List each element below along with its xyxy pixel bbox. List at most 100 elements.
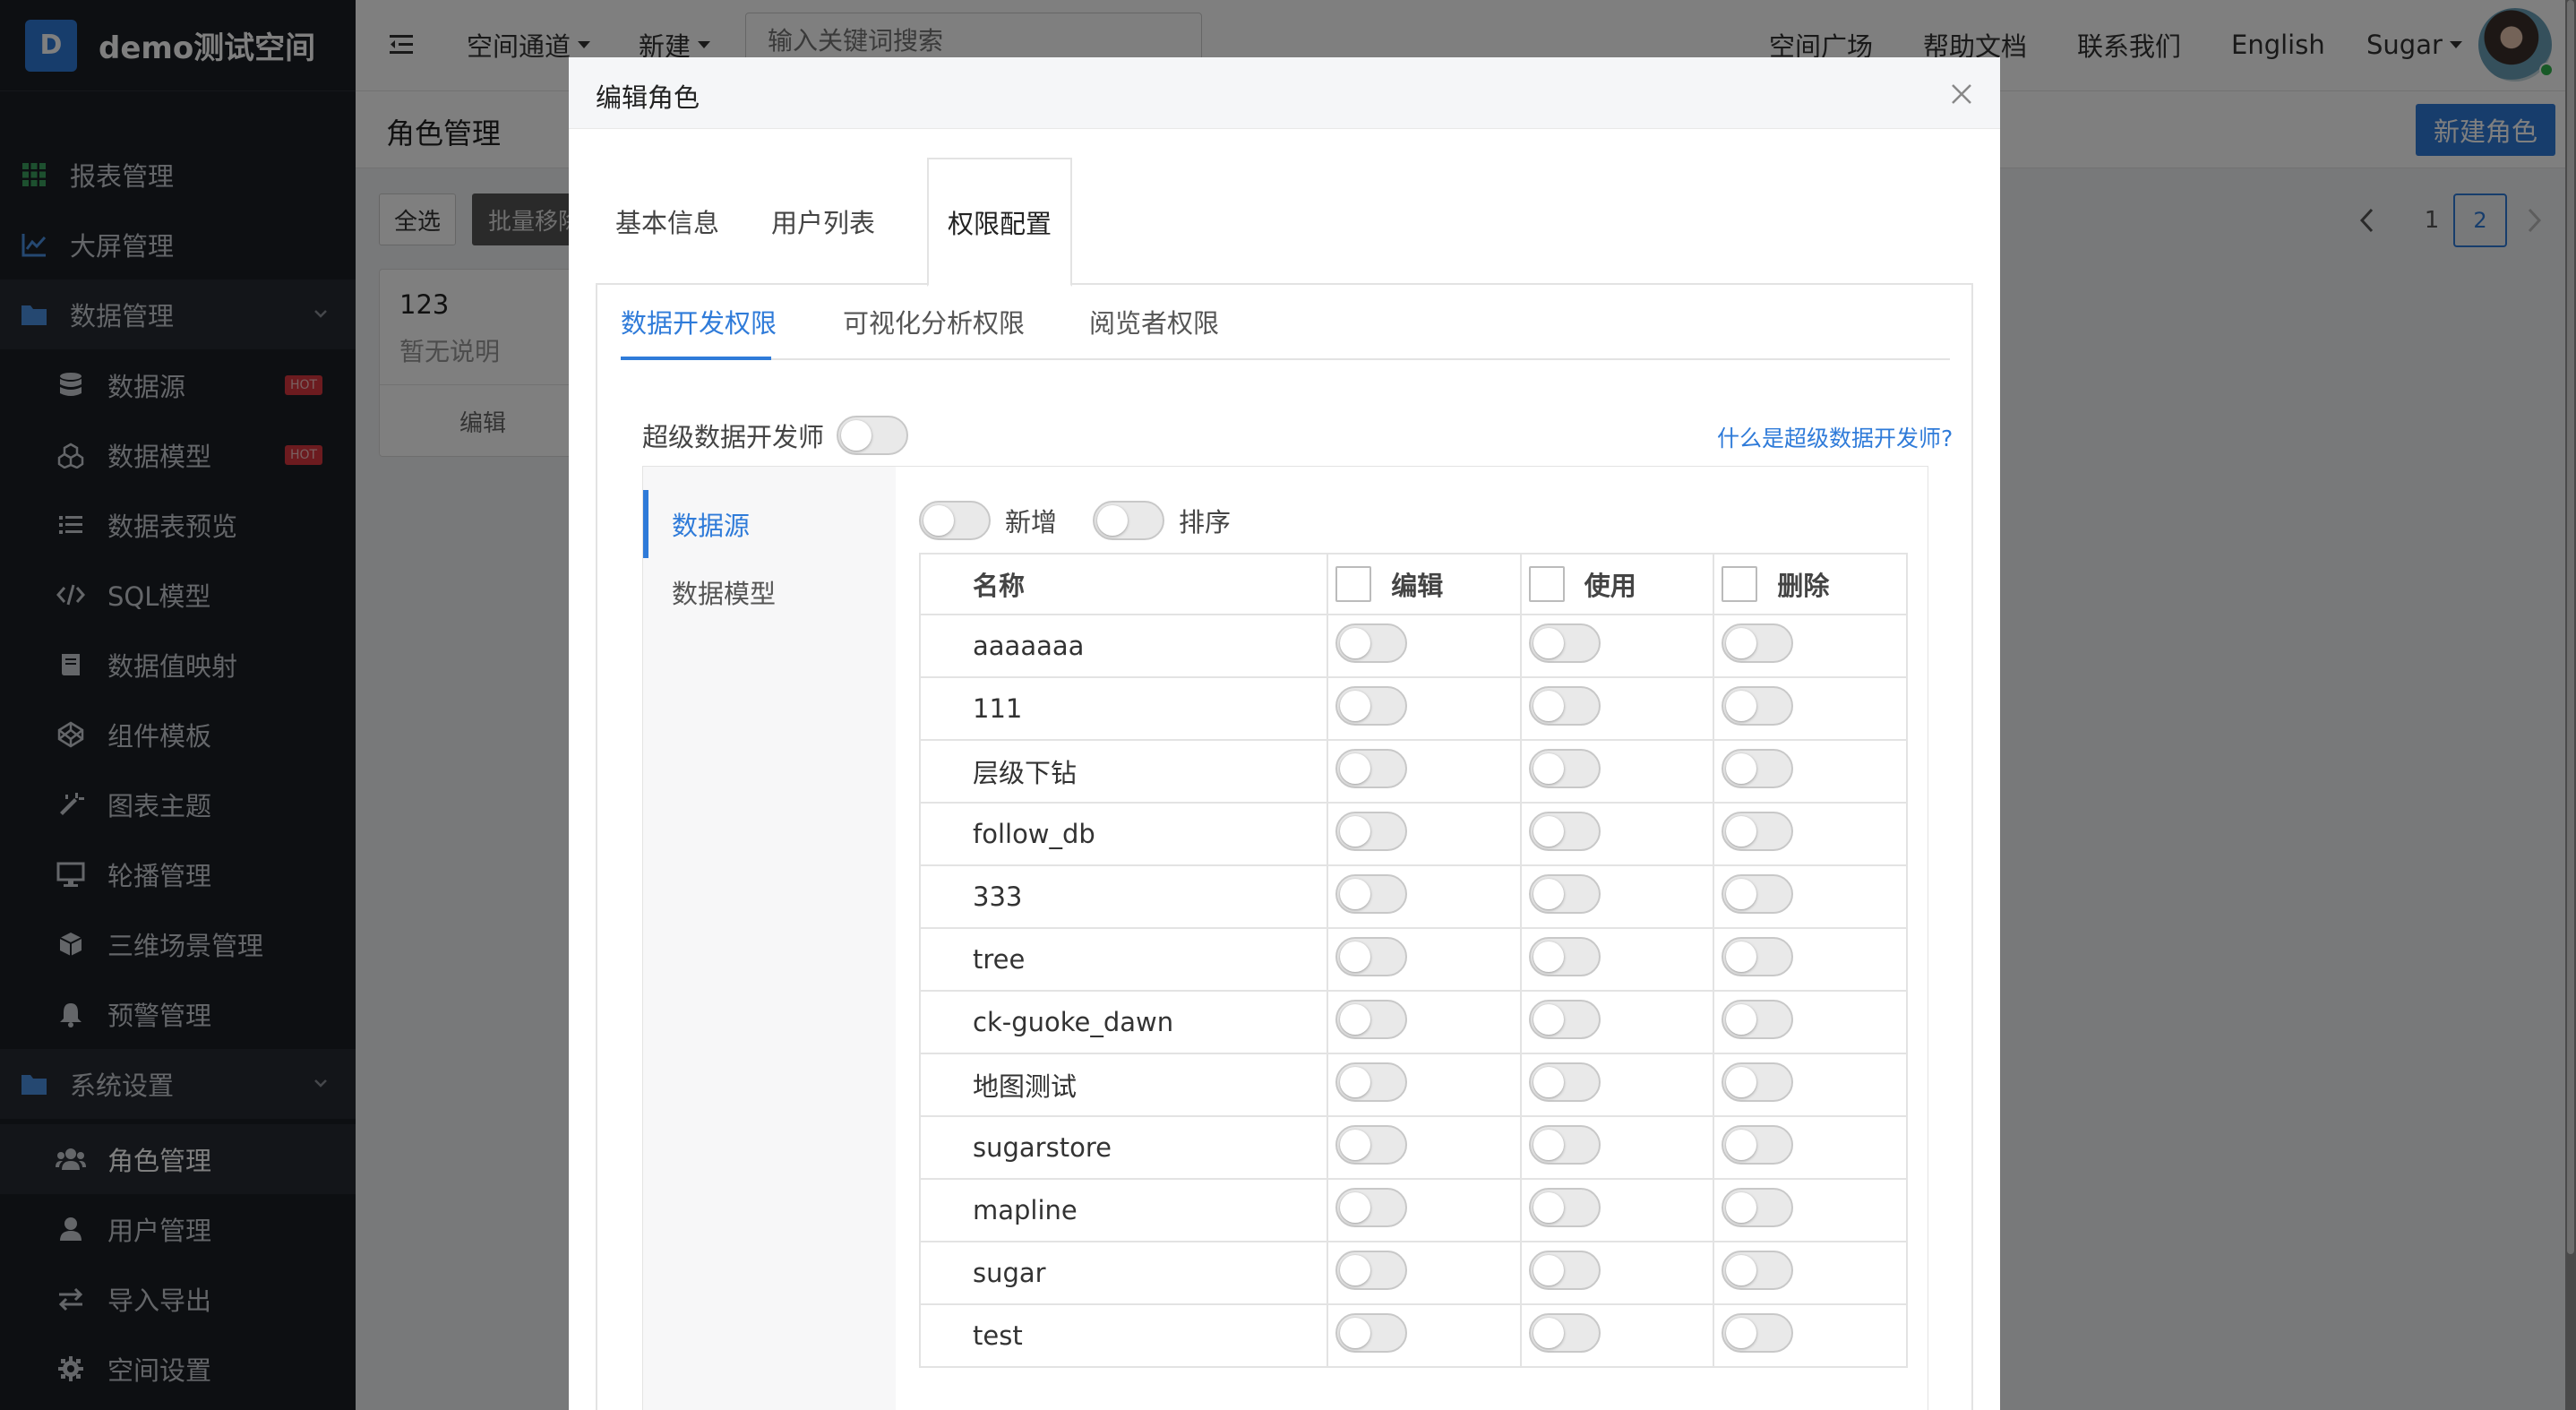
cell-use [1519, 676, 1715, 741]
add-switch[interactable] [919, 501, 991, 540]
active-subtab-indicator [621, 357, 771, 360]
cell-edit [1327, 614, 1522, 678]
column-header-edit: 编辑 [1327, 553, 1522, 615]
row-name: test [918, 1303, 1329, 1368]
use-permission-switch[interactable] [1528, 1312, 1601, 1353]
cell-use [1519, 927, 1715, 992]
edit-permission-switch[interactable] [1335, 936, 1408, 976]
cell-delete [1713, 1303, 1908, 1368]
use-all-checkbox[interactable] [1528, 566, 1565, 602]
page-scrollbar[interactable] [2565, 0, 2576, 1410]
super-dev-help-link[interactable]: 什么是超级数据开发师? [1717, 421, 1953, 453]
delete-permission-switch[interactable] [1722, 748, 1794, 788]
super-dev-row: 超级数据开发师 [642, 416, 909, 455]
use-permission-switch[interactable] [1528, 748, 1601, 788]
use-permission-switch[interactable] [1528, 936, 1601, 976]
use-permission-switch[interactable] [1528, 623, 1601, 663]
table-row: mapline [918, 1178, 1908, 1242]
subtab-visual-analysis[interactable]: 可视化分析权限 [843, 283, 1025, 360]
permission-body: 数据源 数据模型 新增 排序 名称 编辑 使用 删除 aaaaaaa 111 层… [642, 466, 1928, 1410]
column-header-use: 使用 [1519, 553, 1715, 615]
table-row: 地图测试 [918, 1053, 1908, 1117]
table-row: 111 [918, 676, 1908, 741]
cell-delete [1713, 1241, 1908, 1305]
row-name: aaaaaaa [918, 614, 1329, 678]
cell-use [1519, 1178, 1715, 1242]
use-permission-switch[interactable] [1528, 873, 1601, 914]
row-name: ck-guoke_dawn [918, 990, 1329, 1054]
cell-use [1519, 802, 1715, 866]
use-permission-switch[interactable] [1528, 1124, 1601, 1165]
delete-permission-switch[interactable] [1722, 685, 1794, 726]
delete-permission-switch[interactable] [1722, 936, 1794, 976]
row-name: sugarstore [918, 1115, 1329, 1180]
edit-permission-switch[interactable] [1335, 1124, 1408, 1165]
use-permission-switch[interactable] [1528, 1062, 1601, 1102]
delete-permission-switch[interactable] [1722, 999, 1794, 1039]
cell-use [1519, 1053, 1715, 1117]
use-permission-switch[interactable] [1528, 811, 1601, 851]
edit-permission-switch[interactable] [1335, 1250, 1408, 1290]
cell-delete [1713, 1178, 1908, 1242]
edit-permission-switch[interactable] [1335, 811, 1408, 851]
cell-delete [1713, 990, 1908, 1054]
tab-user-list[interactable]: 用户列表 [771, 158, 875, 285]
table-row: test [918, 1303, 1908, 1368]
table-row: sugar [918, 1241, 1908, 1305]
close-icon[interactable] [1948, 81, 1975, 107]
cell-delete [1713, 864, 1908, 929]
permission-table-body: aaaaaaa 111 层级下钻 follow_db 333 tree ck-guoke_d… [918, 614, 1908, 1368]
use-permission-switch[interactable] [1528, 1250, 1601, 1290]
edit-permission-switch[interactable] [1335, 1062, 1408, 1102]
cell-delete [1713, 927, 1908, 992]
delete-permission-switch[interactable] [1722, 1187, 1794, 1227]
tab-basic-info[interactable]: 基本信息 [615, 158, 719, 285]
edit-permission-switch[interactable] [1335, 873, 1408, 914]
edit-permission-switch[interactable] [1335, 685, 1408, 726]
row-name: 层级下钻 [918, 739, 1329, 804]
sort-switch[interactable] [1093, 501, 1165, 540]
left-item-datasource[interactable]: 数据源 [643, 490, 897, 558]
delete-all-checkbox[interactable] [1722, 566, 1758, 602]
edit-permission-switch[interactable] [1335, 1312, 1408, 1353]
table-row: aaaaaaa [918, 614, 1908, 678]
edit-permission-switch[interactable] [1335, 623, 1408, 663]
delete-permission-switch[interactable] [1722, 873, 1794, 914]
delete-permission-switch[interactable] [1722, 1250, 1794, 1290]
cell-use [1519, 739, 1715, 804]
sort-switch-label: 排序 [1179, 507, 1232, 537]
permission-subtabs: 数据开发权限 可视化分析权限 阅览者权限 [621, 283, 1950, 360]
column-header-name: 名称 [918, 553, 1329, 615]
edit-permission-switch[interactable] [1335, 748, 1408, 788]
delete-permission-switch[interactable] [1722, 1062, 1794, 1102]
left-item-datamodel[interactable]: 数据模型 [643, 558, 897, 626]
cell-edit [1327, 990, 1522, 1054]
row-name: follow_db [918, 802, 1329, 866]
row-name: tree [918, 927, 1329, 992]
delete-permission-switch[interactable] [1722, 811, 1794, 851]
delete-permission-switch[interactable] [1722, 623, 1794, 663]
cell-edit [1327, 1178, 1522, 1242]
delete-permission-switch[interactable] [1722, 1124, 1794, 1165]
row-name: 111 [918, 676, 1329, 741]
edit-permission-switch[interactable] [1335, 999, 1408, 1039]
cell-edit [1327, 676, 1522, 741]
row-name: 地图测试 [918, 1053, 1329, 1117]
tab-permission-config[interactable]: 权限配置 [927, 158, 1072, 287]
use-permission-switch[interactable] [1528, 685, 1601, 726]
super-dev-switch[interactable] [837, 416, 909, 455]
use-permission-switch[interactable] [1528, 999, 1601, 1039]
subtab-viewer[interactable]: 阅览者权限 [1089, 283, 1219, 360]
permission-panel: 数据开发权限 可视化分析权限 阅览者权限 超级数据开发师 什么是超级数据开发师?… [596, 283, 1973, 1410]
table-row: sugarstore [918, 1115, 1908, 1180]
scrollbar-thumb[interactable] [2567, 0, 2574, 1254]
edit-permission-switch[interactable] [1335, 1187, 1408, 1227]
use-permission-switch[interactable] [1528, 1187, 1601, 1227]
delete-permission-switch[interactable] [1722, 1312, 1794, 1353]
subtab-data-dev[interactable]: 数据开发权限 [621, 283, 777, 360]
table-header-row: 名称 编辑 使用 删除 [918, 553, 1908, 615]
modal-header: 编辑角色 [569, 57, 2000, 129]
edit-all-checkbox[interactable] [1335, 566, 1372, 602]
table-row: ck-guoke_dawn [918, 990, 1908, 1054]
cell-use [1519, 1303, 1715, 1368]
